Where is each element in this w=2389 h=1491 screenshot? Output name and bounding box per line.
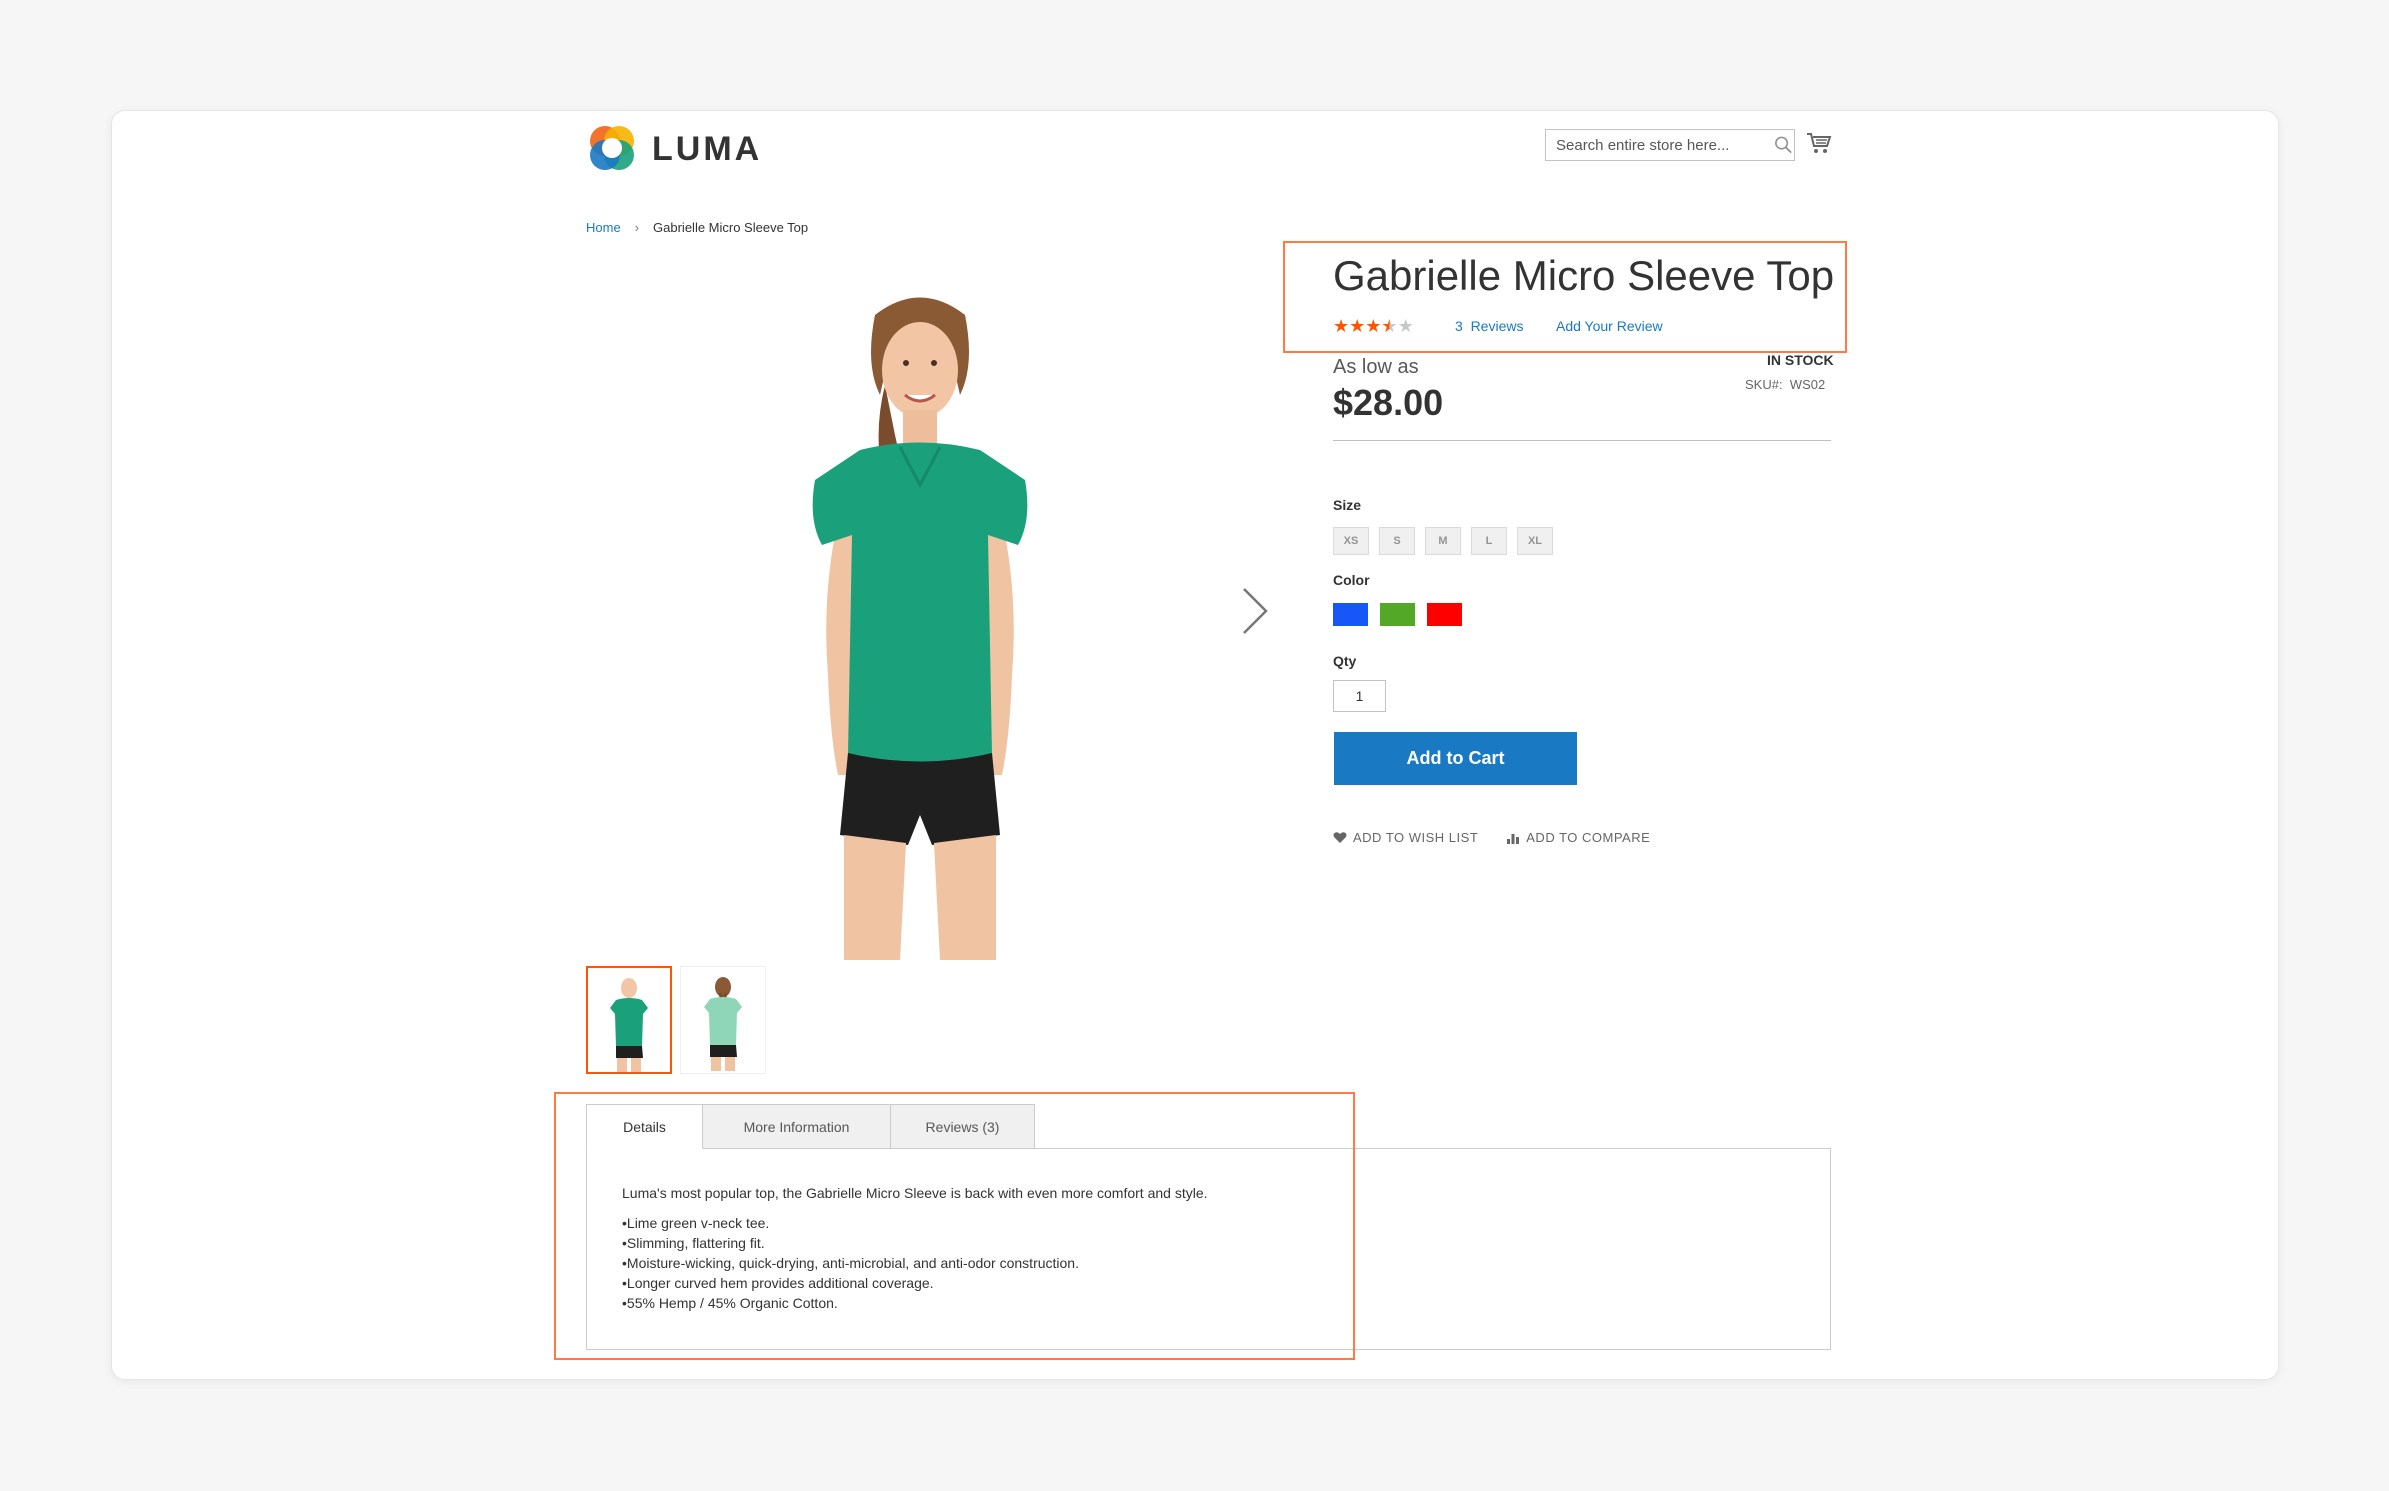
compare-label: ADD TO COMPARE <box>1526 830 1651 845</box>
product-actions: ADD TO WISH LIST ADD TO COMPARE <box>1333 830 1650 845</box>
color-options <box>1333 603 1462 626</box>
search-input[interactable] <box>1546 136 1765 154</box>
next-image-arrow-icon[interactable] <box>1238 585 1270 637</box>
price-prefix: As low as <box>1333 356 1419 378</box>
size-option-xs[interactable]: XS <box>1333 527 1369 555</box>
add-review-link[interactable]: Add Your Review <box>1556 318 1663 334</box>
luma-logo-icon[interactable] <box>586 122 638 174</box>
thumbnail-back-image <box>704 977 742 1071</box>
product-price: $28.00 <box>1333 382 1444 423</box>
product-main-image[interactable] <box>720 275 1120 960</box>
star-icon: ★ <box>1381 316 1398 336</box>
cart-icon[interactable] <box>1806 131 1832 155</box>
size-options: XS S M L XL <box>1333 527 1553 555</box>
add-to-wishlist-link[interactable]: ADD TO WISH LIST <box>1333 830 1478 845</box>
star-icon: ★ <box>1365 316 1382 336</box>
reviews-link[interactable]: 3 Reviews <box>1455 318 1523 334</box>
star-icon: ★ <box>1349 316 1366 336</box>
breadcrumb-current: Gabrielle Micro Sleeve Top <box>653 220 809 235</box>
thumbnail-front[interactable] <box>586 966 672 1074</box>
size-label: Size <box>1333 497 1362 513</box>
search-box[interactable] <box>1545 129 1795 161</box>
size-option-xl[interactable]: XL <box>1517 527 1553 555</box>
logo-text[interactable]: LUMA <box>652 126 762 172</box>
star-icon: ★ <box>1333 316 1350 336</box>
tab-details[interactable]: Details <box>586 1104 703 1149</box>
color-swatch-green[interactable] <box>1380 603 1415 626</box>
thumbnail-front-image <box>610 978 648 1072</box>
compare-icon <box>1507 834 1520 844</box>
breadcrumb-home-link[interactable]: Home <box>586 220 621 235</box>
qty-input[interactable] <box>1333 680 1386 712</box>
price-divider <box>1333 440 1831 441</box>
color-swatch-red[interactable] <box>1427 603 1462 626</box>
add-to-cart-button[interactable]: Add to Cart <box>1334 732 1577 785</box>
stock-status: IN STOCK <box>1767 352 1834 368</box>
star-rating-icons: ★ ★ ★ ★ ★ <box>1333 316 1414 336</box>
heart-icon <box>1333 832 1347 843</box>
search-icon[interactable] <box>1773 134 1794 156</box>
wishlist-label: ADD TO WISH LIST <box>1353 830 1479 845</box>
breadcrumb: Home › Gabrielle Micro Sleeve Top <box>586 220 808 235</box>
size-option-m[interactable]: M <box>1425 527 1461 555</box>
qty-label: Qty <box>1333 653 1357 669</box>
color-label: Color <box>1333 572 1370 588</box>
star-icon: ★ <box>1397 316 1414 336</box>
color-swatch-blue[interactable] <box>1333 603 1368 626</box>
thumbnail-back[interactable] <box>680 966 766 1074</box>
product-title: Gabrielle Micro Sleeve Top <box>1333 252 1835 299</box>
sku-label: SKU#: WS02 <box>1745 377 1826 392</box>
rating-stars[interactable]: ★ ★ ★ ★ ★ <box>1333 316 1414 336</box>
breadcrumb-separator: › <box>634 220 640 235</box>
size-option-l[interactable]: L <box>1471 527 1507 555</box>
size-option-s[interactable]: S <box>1379 527 1415 555</box>
add-to-compare-link[interactable]: ADD TO COMPARE <box>1506 830 1650 845</box>
